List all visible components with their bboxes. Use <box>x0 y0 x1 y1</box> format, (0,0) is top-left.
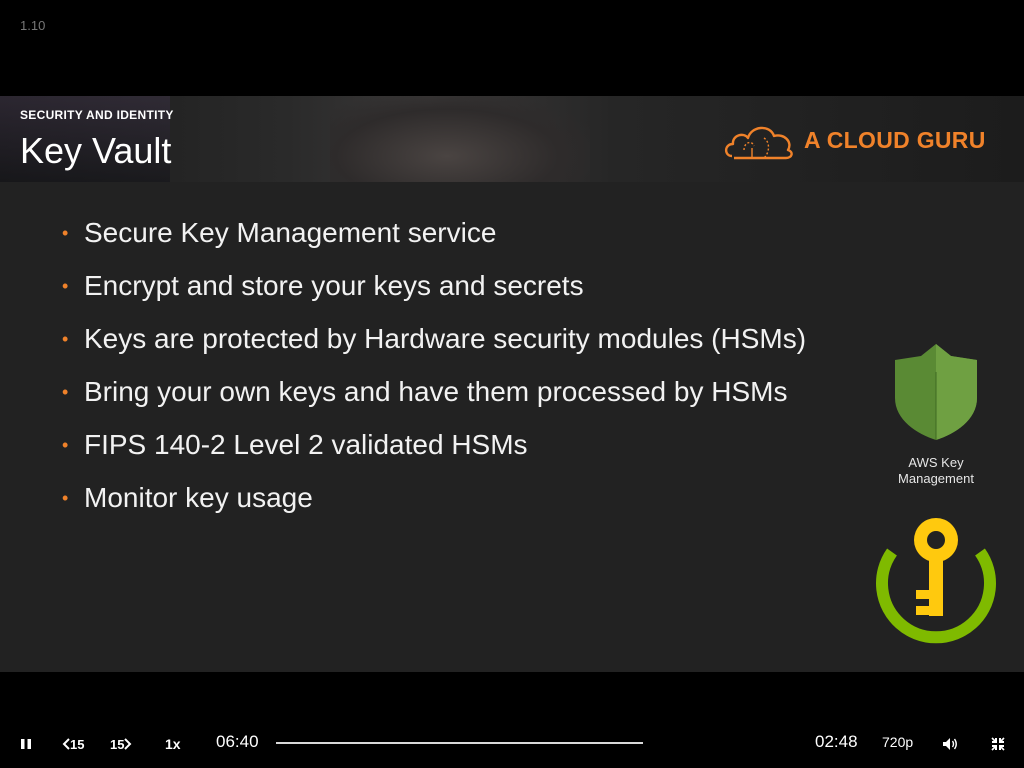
rewind-15-icon <box>62 738 70 750</box>
aws-kms-logo: AWS Key Management <box>888 342 984 487</box>
playback-speed-button[interactable]: 1x <box>165 733 181 755</box>
forward-15-icon <box>124 738 132 750</box>
bullet-text: Secure Key Management service <box>84 217 497 248</box>
slide-title: Key Vault <box>20 130 172 171</box>
exit-fullscreen-button[interactable] <box>988 733 1008 755</box>
volume-icon <box>943 738 957 750</box>
brand-logo: A CLOUD GURU <box>722 118 986 162</box>
bullet-marker: • <box>62 276 69 296</box>
bullet-text: FIPS 140-2 Level 2 validated HSMs <box>84 429 528 460</box>
forward-15-button[interactable]: 15 <box>110 733 132 755</box>
bullet-item: • Monitor key usage <box>62 479 892 517</box>
bullet-item: • Bring your own keys and have them proce… <box>62 373 892 411</box>
brand-name: A CLOUD GURU <box>804 126 986 153</box>
bullet-item: • Secure Key Management service <box>62 214 892 252</box>
rewind-15-label: 15 <box>70 736 85 752</box>
bullet-marker: • <box>62 382 69 402</box>
bullet-item: • Keys are protected by Hardware security… <box>62 320 892 358</box>
exit-fullscreen-icon <box>991 737 1005 751</box>
pause-button[interactable] <box>16 733 36 755</box>
forward-15-label: 15 <box>110 736 125 752</box>
bullet-text: Keys are protected by Hardware security … <box>84 323 807 354</box>
video-frame[interactable]: SECURITY AND IDENTITY Key Vault A CLOUD … <box>0 96 1024 672</box>
bullet-item: • FIPS 140-2 Level 2 validated HSMs <box>62 426 892 464</box>
slide-header: SECURITY AND IDENTITY Key Vault A CLOUD … <box>0 96 1024 182</box>
version-label: 1.10 <box>20 18 46 33</box>
bullet-marker: • <box>62 329 69 349</box>
aws-shield-icon <box>895 344 977 440</box>
pause-icon <box>21 739 31 749</box>
player-controls: 15 15 1x 06:40 02:48 720p <box>0 718 1024 768</box>
azure-key-vault-icon <box>876 518 996 644</box>
azure-key-vault-logo <box>874 512 998 653</box>
bullet-marker: • <box>62 223 69 243</box>
volume-button[interactable] <box>940 733 960 755</box>
aws-kms-label: AWS Key Management <box>898 455 974 486</box>
seek-bar[interactable] <box>276 742 643 744</box>
bullet-item: • Encrypt and store your keys and secrets <box>62 267 892 305</box>
instructor-video-overlay <box>330 96 590 182</box>
bullet-text: Monitor key usage <box>84 482 313 513</box>
section-label: SECURITY AND IDENTITY <box>20 108 174 122</box>
elapsed-time: 06:40 <box>216 732 259 751</box>
bullet-text: Encrypt and store your keys and secrets <box>84 270 584 301</box>
cloud-logo-icon <box>724 126 793 160</box>
bullet-list: • Secure Key Management service • Encrypt … <box>62 214 892 532</box>
bullet-marker: • <box>62 435 69 455</box>
rewind-15-button[interactable]: 15 <box>62 733 84 755</box>
quality-button[interactable]: 720p <box>882 732 913 752</box>
bullet-text: Bring your own keys and have them proces… <box>84 376 788 407</box>
bullet-marker: • <box>62 488 69 508</box>
remaining-time: 02:48 <box>815 732 858 751</box>
